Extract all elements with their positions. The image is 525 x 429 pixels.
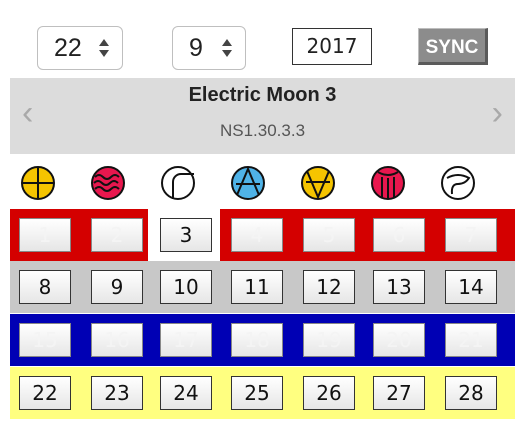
- day-cell[interactable]: 21: [445, 323, 497, 357]
- seed-glyph-icon: [301, 166, 335, 200]
- moon-code: NS1.30.3.3: [219, 121, 306, 140]
- earth-glyph-icon: [21, 166, 55, 200]
- week-row: 15 16 17 18 19 20 21: [10, 314, 515, 366]
- moon-title: Electric Moon 3: [188, 84, 337, 106]
- serpent-glyph-icon: [371, 166, 405, 200]
- water-glyph-icon: [91, 166, 125, 200]
- updown-arrows-icon: [222, 39, 232, 57]
- day-cell[interactable]: 19: [303, 323, 355, 357]
- day-cell[interactable]: 25: [231, 376, 283, 410]
- day-cell[interactable]: 1: [19, 218, 71, 252]
- wind-glyph-icon: [161, 166, 195, 200]
- day-cell[interactable]: 23: [91, 376, 143, 410]
- mirror-glyph-icon: [441, 166, 475, 200]
- day-cell[interactable]: 9: [91, 270, 143, 304]
- day-cell[interactable]: 14: [445, 270, 497, 304]
- day-cell[interactable]: 17: [160, 323, 212, 357]
- day-cell[interactable]: 3: [160, 218, 212, 252]
- updown-arrows-icon: [99, 39, 109, 57]
- day-cell[interactable]: 7: [445, 218, 497, 252]
- day-cell[interactable]: 15: [19, 323, 71, 357]
- day-cell[interactable]: 11: [231, 270, 283, 304]
- day-select[interactable]: 22: [37, 26, 123, 70]
- month-value: 9: [189, 34, 203, 62]
- week-row: 22 23 24 25 26 27 28: [10, 367, 515, 419]
- moon-banner: ‹ › Electric Moon 3 NS1.30.3.3: [10, 78, 515, 154]
- date-toolbar: 22 9 2017 SYNC: [0, 0, 525, 78]
- day-cell[interactable]: 2: [91, 218, 143, 252]
- week-row: 8 9 10 11 12 13 14: [10, 261, 515, 313]
- day-cell[interactable]: 28: [445, 376, 497, 410]
- day-cell[interactable]: 13: [373, 270, 425, 304]
- week-row: 1234567: [10, 209, 515, 261]
- day-cell[interactable]: 10: [160, 270, 212, 304]
- day-cell[interactable]: 24: [160, 376, 212, 410]
- day-cell[interactable]: 5: [303, 218, 355, 252]
- day-cell[interactable]: 22: [19, 376, 71, 410]
- day-cell[interactable]: 16: [91, 323, 143, 357]
- day-cell[interactable]: 4: [231, 218, 283, 252]
- plasma-glyph-row: [10, 164, 515, 204]
- day-cell[interactable]: 8: [19, 270, 71, 304]
- day-cell[interactable]: 18: [231, 323, 283, 357]
- month-select[interactable]: 9: [172, 26, 246, 70]
- day-cell[interactable]: 6: [373, 218, 425, 252]
- sky-glyph-icon: [231, 166, 265, 200]
- sync-button[interactable]: SYNC: [418, 28, 488, 65]
- day-value: 22: [54, 34, 82, 62]
- day-cell[interactable]: 26: [303, 376, 355, 410]
- year-input[interactable]: 2017: [292, 28, 372, 65]
- day-cell[interactable]: 12: [303, 270, 355, 304]
- day-cell[interactable]: 27: [373, 376, 425, 410]
- day-cell[interactable]: 20: [373, 323, 425, 357]
